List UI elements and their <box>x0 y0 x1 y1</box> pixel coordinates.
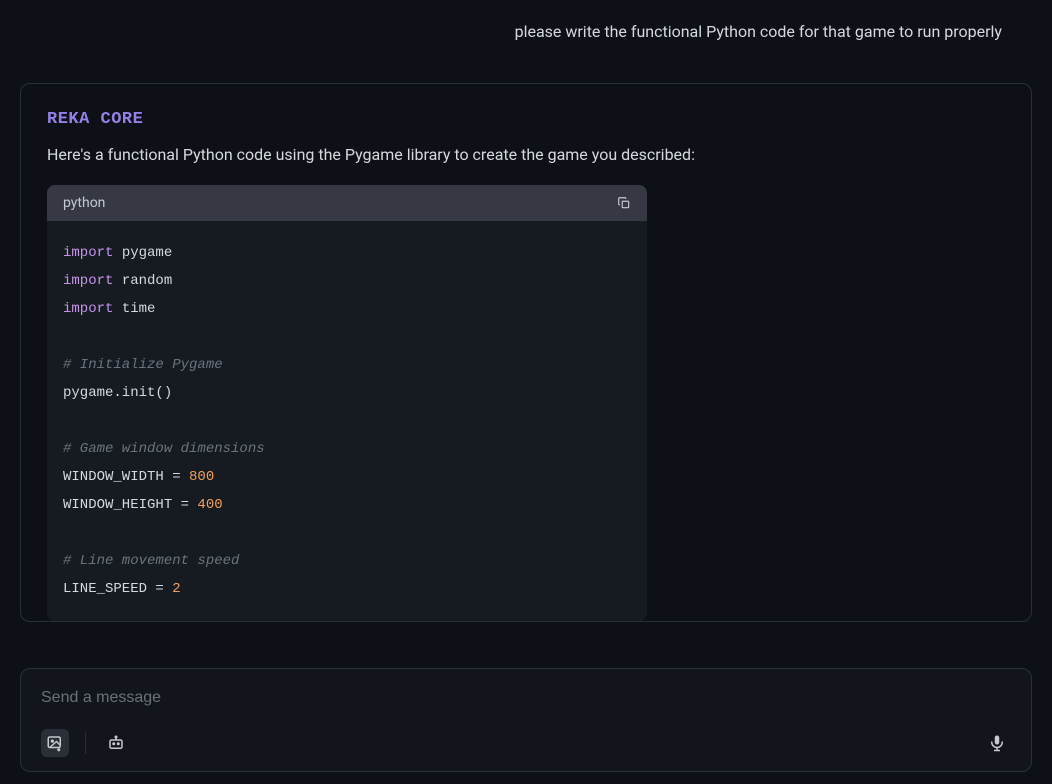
model-name: REKA CORE <box>47 110 1005 129</box>
assistant-response: REKA CORE Here's a functional Python cod… <box>20 83 1032 622</box>
user-message: please write the functional Python code … <box>0 0 1052 53</box>
input-toolbar <box>41 729 1011 757</box>
code-line: # Game window dimensions <box>63 435 631 463</box>
toolbar-left <box>41 729 130 757</box>
code-line: import pygame <box>63 239 631 267</box>
bot-button[interactable] <box>102 729 130 757</box>
microphone-button[interactable] <box>983 729 1011 757</box>
code-body: import pygameimport randomimport time # … <box>47 221 647 621</box>
code-line: pygame.init() <box>63 379 631 407</box>
code-line <box>63 323 631 351</box>
message-input[interactable] <box>41 689 1011 707</box>
code-line: import time <box>63 295 631 323</box>
code-line: WINDOW_HEIGHT = 400 <box>63 491 631 519</box>
code-line: LINE_SPEED = 2 <box>63 575 631 603</box>
response-intro-text: Here's a functional Python code using th… <box>47 143 1005 167</box>
code-line: # Initialize Pygame <box>63 351 631 379</box>
message-input-container <box>20 668 1032 772</box>
code-line: # Line movement speed <box>63 547 631 575</box>
code-header: python <box>47 185 647 221</box>
code-line: WINDOW_WIDTH = 800 <box>63 463 631 491</box>
code-language-label: python <box>63 195 105 211</box>
attach-image-button[interactable] <box>41 729 69 757</box>
copy-icon[interactable] <box>617 196 631 210</box>
code-line: import random <box>63 267 631 295</box>
code-line <box>63 519 631 547</box>
code-block: python import pygameimport randomimport … <box>47 185 647 621</box>
code-line <box>63 407 631 435</box>
toolbar-divider <box>85 732 86 754</box>
